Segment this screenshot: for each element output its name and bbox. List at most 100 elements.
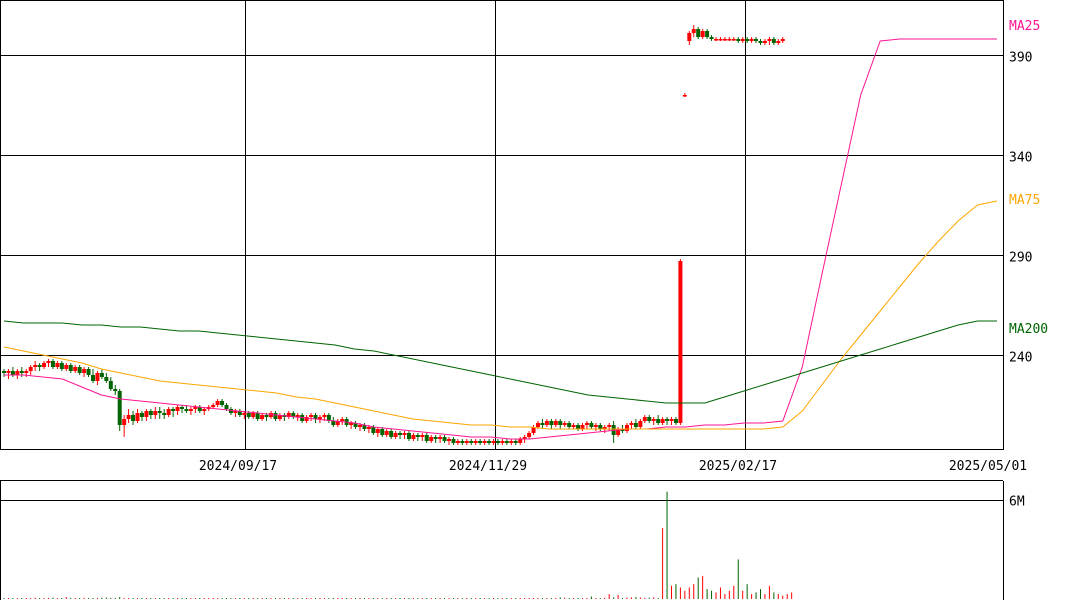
candle [77, 365, 82, 375]
candle-body [487, 441, 492, 443]
candle-body [322, 415, 327, 417]
candle-body [500, 441, 505, 443]
candle-body [589, 423, 594, 427]
candle [117, 389, 122, 431]
candle-body [665, 419, 670, 421]
candle-body [317, 417, 322, 419]
candle-body [536, 423, 540, 427]
candle [157, 407, 162, 419]
candle-body [246, 413, 251, 417]
candle [518, 437, 523, 445]
candle-body [478, 441, 483, 443]
candle [162, 409, 167, 419]
candle-body [415, 435, 420, 437]
candle-body [696, 29, 701, 37]
candle [442, 435, 447, 443]
candle [651, 417, 656, 425]
candle [665, 417, 670, 425]
candle [144, 409, 149, 421]
candle [571, 423, 576, 429]
candle [433, 435, 438, 443]
volume-panel: 6M [0, 481, 1025, 600]
candle-body [104, 377, 109, 381]
candle [660, 417, 665, 425]
candle-body [580, 425, 585, 429]
candle-body [647, 417, 652, 421]
candle-body [108, 381, 113, 389]
candle [682, 93, 687, 97]
candle-body [518, 439, 523, 443]
candle [625, 423, 629, 433]
candle-body [6, 371, 11, 373]
candle [642, 415, 647, 423]
candle-body [59, 363, 64, 369]
candle-body [139, 413, 144, 417]
candle [780, 37, 785, 43]
candle [220, 399, 225, 407]
candle [15, 369, 20, 379]
candle-body [727, 39, 732, 41]
candle [696, 27, 701, 39]
candle-body [598, 425, 603, 429]
candle-body [562, 423, 567, 425]
price-panel: 390 340 290 240 MA25 MA75 MA200 [0, 0, 1048, 450]
candle-body [215, 401, 220, 405]
candle-body [576, 425, 581, 429]
candle-body [211, 405, 216, 407]
candle [598, 423, 603, 431]
candle-body [495, 441, 500, 443]
candle-body [95, 373, 100, 381]
candle-body [113, 389, 118, 391]
candle-body [629, 423, 634, 425]
candle-body [424, 435, 429, 441]
candle-body [482, 441, 487, 443]
candle-body [126, 415, 131, 419]
candle [705, 29, 710, 39]
candle-body [255, 413, 260, 419]
candle [59, 361, 64, 371]
candle [304, 415, 309, 423]
candle-body [722, 39, 727, 41]
candle-body [340, 419, 345, 421]
candle [540, 419, 545, 429]
candle-body [366, 427, 371, 429]
candle [527, 431, 532, 439]
candle [544, 419, 549, 427]
candle-body [593, 425, 598, 427]
candle-body [64, 365, 69, 369]
candle-body [50, 361, 55, 367]
candle [148, 409, 153, 419]
candle-body [393, 433, 398, 437]
y-tick-label-290: 290 [1009, 251, 1032, 266]
candle [714, 37, 718, 41]
candle [398, 431, 403, 439]
candle [767, 37, 772, 45]
candle [687, 31, 692, 45]
candle-body [406, 433, 411, 439]
candle [139, 411, 144, 421]
candle [531, 425, 536, 435]
candle-body [429, 437, 434, 441]
candle [406, 431, 411, 441]
candle [771, 37, 776, 45]
candle-body [82, 369, 87, 373]
candle [727, 37, 732, 41]
candle [754, 37, 759, 43]
candle [647, 415, 652, 423]
candle [451, 437, 456, 445]
candle-body [264, 415, 269, 417]
x-tick-label-3: 2025/05/01 [949, 459, 1027, 474]
candle-body [544, 421, 549, 425]
candle-body [162, 413, 167, 415]
candle-body [682, 95, 687, 97]
candle-body [691, 29, 696, 33]
candle [113, 385, 118, 395]
candle-body [455, 441, 460, 443]
candle-body [175, 407, 180, 411]
candle [500, 439, 505, 445]
candle-body [251, 413, 256, 417]
candle [740, 37, 745, 43]
candle-body [460, 441, 465, 443]
candle-body [718, 39, 723, 41]
candle [402, 431, 407, 439]
